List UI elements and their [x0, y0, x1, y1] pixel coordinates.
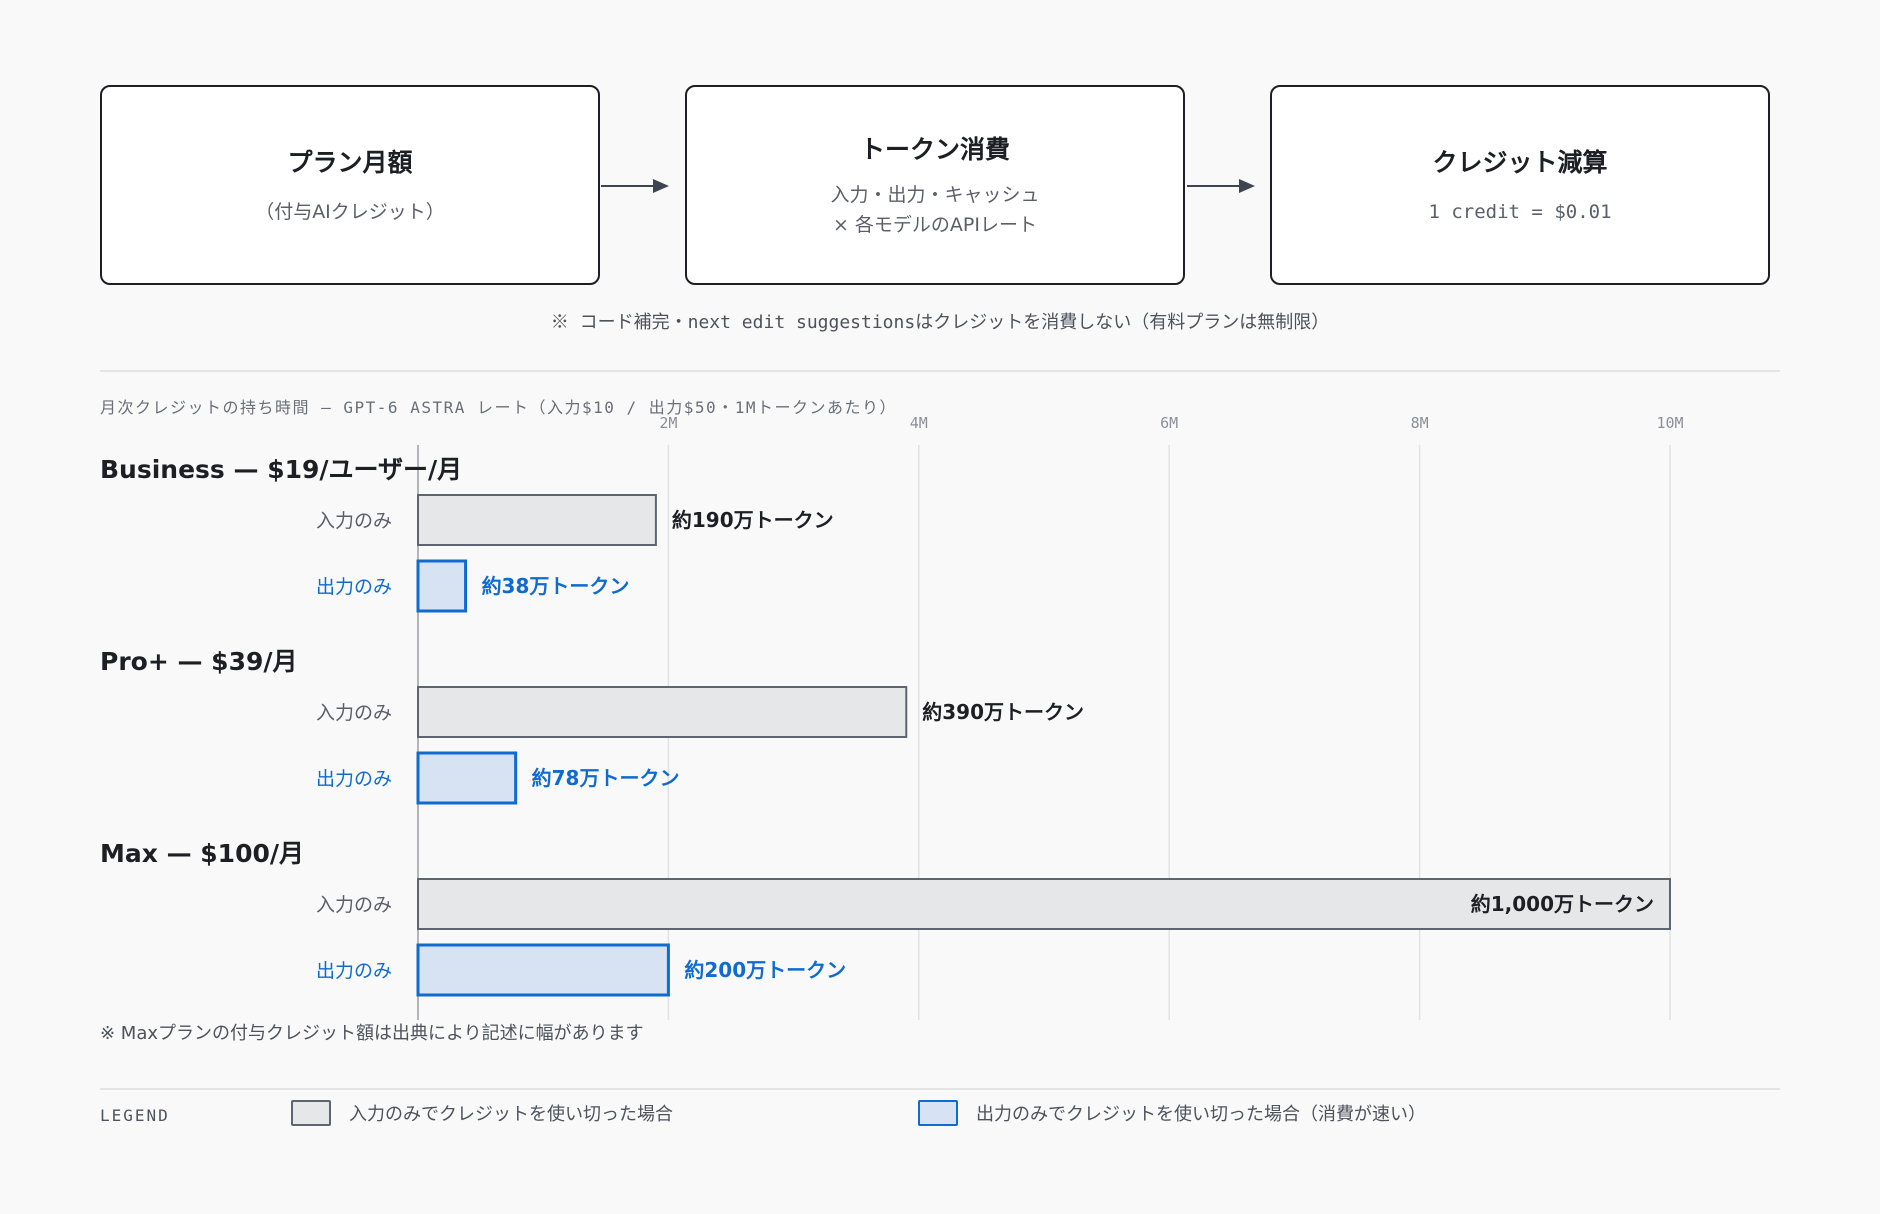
bar-input — [417, 494, 657, 546]
bar-row-label: 出力のみ — [316, 768, 392, 790]
group-title: Max — $100/月 — [100, 839, 304, 868]
bar-data-label: 約38万トークン — [482, 574, 630, 598]
legend-label: 出力のみでクレジットを使い切った場合（消費が速い） — [976, 1104, 1426, 1125]
legend-swatch — [291, 1100, 331, 1126]
bar-data-label: 約78万トークン — [532, 766, 680, 790]
bar-data-label: 約200万トークン — [684, 958, 846, 982]
x-tick-label: 10M — [1656, 414, 1683, 432]
bar-row-label: 出力のみ — [316, 960, 392, 982]
group-title: Pro+ — $39/月 — [100, 647, 298, 676]
source-note: ※ Maxプランの付与クレジット額は出典により記述に幅があります — [100, 1023, 644, 1044]
bar-data-label: 約190万トークン — [672, 508, 834, 532]
bar-output — [416, 943, 670, 997]
bar-data-label: 約1,000万トークン — [1471, 892, 1654, 916]
legend-label: 入力のみでクレジットを使い切った場合 — [349, 1104, 673, 1125]
bar-output — [416, 751, 518, 805]
x-tick-label: 6M — [1160, 414, 1178, 432]
bar-row-label: 入力のみ — [316, 510, 392, 532]
bar-input — [417, 686, 908, 738]
x-tick-label: 2M — [659, 414, 677, 432]
section-divider — [100, 1088, 1780, 1090]
legend-title: LEGEND — [100, 1106, 170, 1125]
bar-data-label: 約390万トークン — [922, 700, 1084, 724]
legend-item-output: 出力のみでクレジットを使い切った場合（消費が速い） — [918, 1100, 1426, 1126]
x-tick-label: 4M — [910, 414, 928, 432]
legend-item-input: 入力のみでクレジットを使い切った場合 — [291, 1100, 673, 1126]
bar-row-label: 入力のみ — [316, 894, 392, 916]
x-tick-label: 8M — [1411, 414, 1429, 432]
bar-row-label: 入力のみ — [316, 702, 392, 724]
legend-swatch — [918, 1100, 958, 1126]
bar-row-label: 出力のみ — [316, 576, 392, 598]
group-title: Business — $19/ユーザー/月 — [100, 455, 462, 484]
bar-output — [416, 559, 468, 613]
